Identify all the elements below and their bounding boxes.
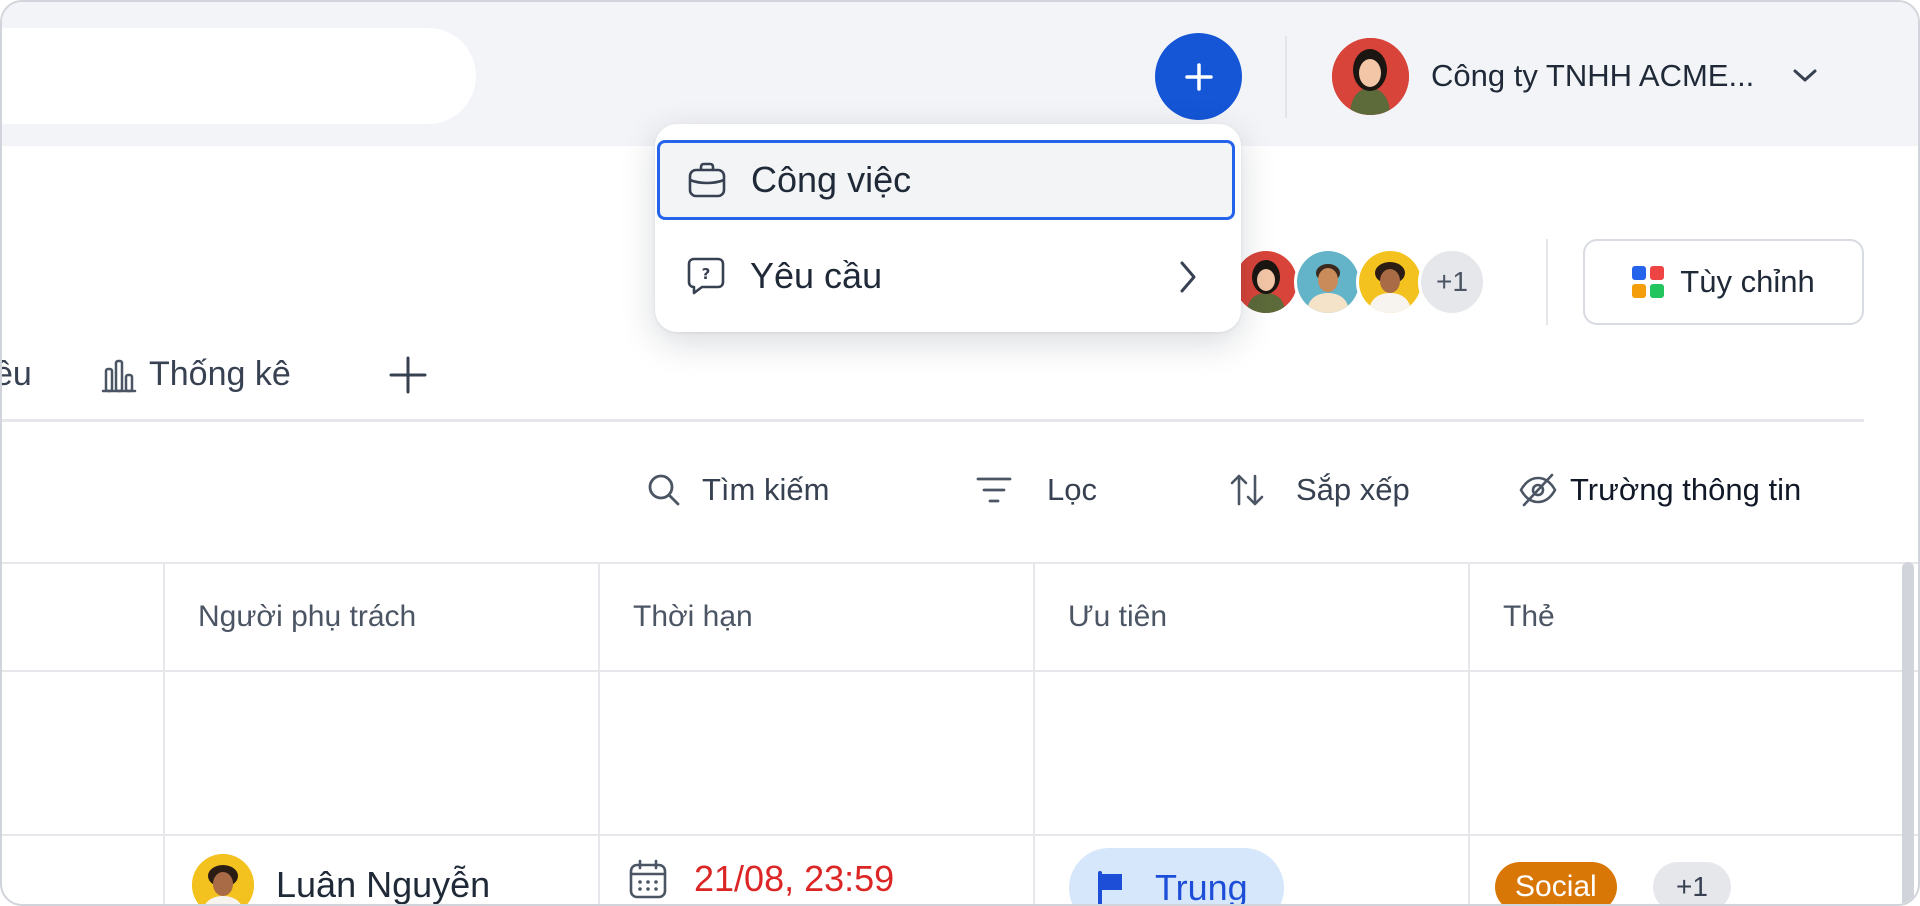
deadline-cell[interactable]: 21/08, 23:59 xyxy=(628,858,894,900)
company-switcher[interactable]: Công ty TNHH ACME... xyxy=(1332,36,1818,116)
app-window: Công ty TNHH ACME... +1 Tùy chỉnh ều xyxy=(0,0,1920,906)
global-search-input[interactable] xyxy=(2,28,476,124)
view-tabs: ều Thống kê xyxy=(2,342,1864,422)
vertical-scrollbar[interactable] xyxy=(1902,562,1914,904)
column-header-priority[interactable]: Ưu tiên xyxy=(1033,564,1468,670)
column-header-deadline[interactable]: Thời hạn xyxy=(598,564,1033,670)
menu-item-request-label: Yêu cầu xyxy=(750,255,883,296)
menu-item-task-label: Công việc xyxy=(751,159,912,200)
tab-partial[interactable]: ều xyxy=(2,342,32,407)
apps-grid-icon xyxy=(1632,266,1665,298)
toolbar-filter-button[interactable]: Lọc xyxy=(975,464,1097,516)
tag-more-badge[interactable]: +1 xyxy=(1653,862,1731,904)
filter-icon xyxy=(976,477,1012,503)
tab-partial-label: ều xyxy=(2,355,32,393)
priority-label: Trung xyxy=(1155,867,1248,906)
column-divider xyxy=(598,672,600,904)
column-divider xyxy=(1033,672,1035,904)
assignee-name: Luân Nguyễn xyxy=(276,864,491,905)
member-avatar xyxy=(1294,248,1362,316)
toolbar-filter-label: Lọc xyxy=(1047,472,1097,507)
toolbar-sort-button[interactable]: Sắp xếp xyxy=(1228,464,1410,516)
customize-button[interactable]: Tùy chỉnh xyxy=(1583,239,1864,325)
create-menu: Công việc ? Yêu cầu xyxy=(655,124,1241,332)
tab-statistics[interactable]: Thống kê xyxy=(99,342,291,407)
toolbar-fields-button[interactable]: Trường thông tin xyxy=(1518,464,1801,516)
chevron-right-icon xyxy=(1178,260,1198,303)
column-header-tags[interactable]: Thẻ xyxy=(1468,564,1918,670)
assignee-cell[interactable]: Luân Nguyễn xyxy=(192,854,491,905)
briefcase-icon xyxy=(688,162,726,198)
column-header-assignee[interactable]: Người phụ trách xyxy=(163,564,598,670)
table-header: Người phụ trách Thời hạn Ưu tiên Thẻ xyxy=(2,562,1918,672)
svg-text:?: ? xyxy=(702,265,711,283)
row-divider xyxy=(2,834,1918,836)
company-name: Công ty TNHH ACME... xyxy=(1431,58,1755,93)
chevron-down-icon xyxy=(1792,68,1818,84)
header-divider xyxy=(1546,239,1548,325)
question-bubble-icon: ? xyxy=(687,257,725,295)
tag-badge[interactable]: Social xyxy=(1495,862,1617,904)
create-new-button[interactable] xyxy=(1155,33,1242,120)
avatar xyxy=(192,854,254,904)
customize-label: Tùy chỉnh xyxy=(1680,264,1815,299)
menu-item-request[interactable]: ? Yêu cầu xyxy=(656,236,1240,316)
column-divider xyxy=(163,672,165,904)
search-icon xyxy=(648,474,680,506)
toolbar-fields-label: Trường thông tin xyxy=(1570,472,1802,507)
company-avatar xyxy=(1332,37,1409,115)
bar-chart-icon xyxy=(101,359,137,392)
member-avatar xyxy=(1232,248,1300,316)
plus-icon xyxy=(1184,62,1213,91)
flag-icon xyxy=(1098,871,1122,904)
deadline-value: 21/08, 23:59 xyxy=(694,858,895,899)
toolbar-search-button[interactable]: Tìm kiếm xyxy=(646,464,829,516)
add-tab-button[interactable] xyxy=(387,342,429,407)
plus-icon xyxy=(389,356,427,393)
toolbar-sort-label: Sắp xếp xyxy=(1296,472,1410,507)
member-avatar xyxy=(1356,248,1424,316)
eye-off-icon xyxy=(1519,473,1557,507)
calendar-icon xyxy=(629,859,667,899)
menu-item-task[interactable]: Công việc xyxy=(657,140,1235,220)
topbar-divider xyxy=(1285,36,1287,118)
tab-statistics-label: Thống kê xyxy=(149,355,291,393)
member-more-count: +1 xyxy=(1418,248,1486,316)
priority-badge[interactable]: Trung xyxy=(1069,848,1284,906)
toolbar-search-label: Tìm kiếm xyxy=(702,472,830,507)
column-divider xyxy=(1468,672,1470,904)
sort-icon xyxy=(1230,474,1264,506)
